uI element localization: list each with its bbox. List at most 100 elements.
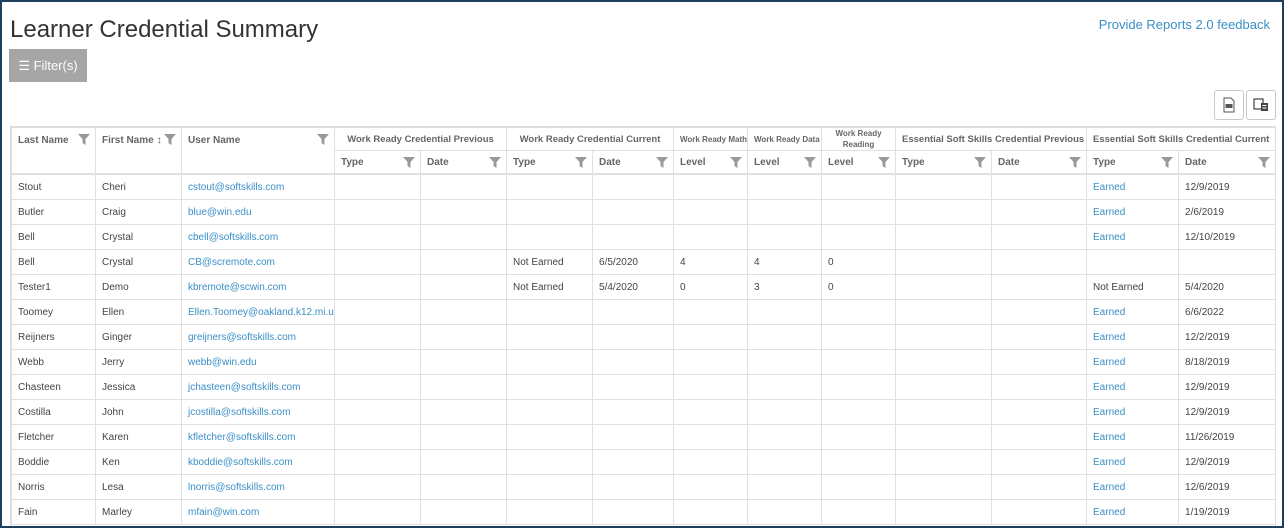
- credential-type-link[interactable]: Earned: [1086, 449, 1180, 475]
- table-cell: 3: [747, 274, 823, 300]
- user-name-link[interactable]: lnorris@softskills.com: [181, 474, 335, 500]
- filter-icon[interactable]: [575, 157, 588, 168]
- table-cell: [334, 173, 421, 200]
- table-row[interactable]: Fain Marley mfain@win.com Earned 1/19/2019: [11, 499, 1275, 525]
- table-row[interactable]: Costilla John jcostilla@softskills.com Earn…: [11, 399, 1275, 425]
- sub-header-type[interactable]: Type: [1086, 150, 1180, 175]
- table-cell: 12/9/2019: [1178, 173, 1275, 200]
- table-cell: Webb: [11, 349, 96, 375]
- credential-type-link[interactable]: Earned: [1086, 349, 1180, 375]
- table-cell: [506, 474, 594, 500]
- user-name-link[interactable]: greijners@softskills.com: [181, 324, 335, 350]
- filter-icon[interactable]: [78, 134, 90, 145]
- credential-type-link[interactable]: Earned: [1086, 199, 1180, 225]
- table-row[interactable]: Tester1 Demo kbremote@scwin.com Not Earned 5…: [11, 274, 1275, 300]
- credential-type-link[interactable]: Earned: [1086, 374, 1180, 400]
- user-name-link[interactable]: kbremote@scwin.com: [181, 274, 335, 300]
- sub-header-type[interactable]: Type: [506, 150, 594, 175]
- filter-icon[interactable]: [878, 157, 891, 168]
- user-name-link[interactable]: Ellen.Toomey@oakland.k12.mi.us: [181, 299, 335, 325]
- filter-icon[interactable]: [489, 157, 502, 168]
- header-user-name[interactable]: User Name: [181, 127, 335, 175]
- user-name-link[interactable]: blue@win.edu: [181, 199, 335, 225]
- credential-type-link[interactable]: Earned: [1086, 224, 1180, 250]
- sub-header-level[interactable]: Level: [747, 150, 823, 175]
- sort-arrows-icon[interactable]: ↕: [157, 135, 162, 146]
- csv-export-button[interactable]: [1214, 90, 1244, 120]
- table-cell: [419, 274, 508, 300]
- filter-icon[interactable]: [1069, 157, 1082, 168]
- table-row[interactable]: Webb Jerry webb@win.edu Earned 8/18/2019: [11, 349, 1275, 375]
- sub-header-date[interactable]: Date: [592, 150, 675, 175]
- table-row[interactable]: Bell Crystal CB@scremote.com Not Earned 6/5/…: [11, 249, 1275, 275]
- table-row[interactable]: Bell Crystal cbell@softskills.com Earned 12/…: [11, 224, 1275, 250]
- user-name-link[interactable]: jchasteen@softskills.com: [181, 374, 335, 400]
- credential-type-link[interactable]: Earned: [1086, 499, 1180, 525]
- table-row[interactable]: Fletcher Karen kfletcher@softskills.com Ear…: [11, 424, 1275, 450]
- table-row[interactable]: Butler Craig blue@win.edu Earned 2/6/2019: [11, 199, 1275, 225]
- sub-header-date[interactable]: Date: [419, 150, 508, 175]
- sub-header-label: Date: [998, 156, 1020, 168]
- filter-icon[interactable]: [974, 157, 987, 168]
- table-cell: Cheri: [95, 173, 182, 200]
- table-row[interactable]: Toomey Ellen Ellen.Toomey@oakland.k12.mi.u…: [11, 299, 1275, 325]
- table-cell: [821, 474, 897, 500]
- filter-icon[interactable]: [317, 134, 329, 145]
- filter-button[interactable]: ☰ Filter(s): [9, 49, 87, 82]
- filter-icon[interactable]: [656, 157, 669, 168]
- sub-header-level[interactable]: Level: [821, 150, 897, 175]
- filter-icon[interactable]: [730, 157, 743, 168]
- table-cell: [506, 324, 594, 350]
- table-cell: 8/18/2019: [1178, 349, 1275, 375]
- credential-type-link[interactable]: Earned: [1086, 299, 1180, 325]
- sub-header-type[interactable]: Type: [334, 150, 421, 175]
- user-name-link[interactable]: mfain@win.com: [181, 499, 335, 525]
- table-cell: [821, 499, 897, 525]
- filter-icon[interactable]: [1161, 157, 1174, 168]
- table-row[interactable]: Reijners Ginger greijners@softskills.com Ea…: [11, 324, 1275, 350]
- table-row[interactable]: Chasteen Jessica jchasteen@softskills.com E…: [11, 374, 1275, 400]
- user-name-link[interactable]: webb@win.edu: [181, 349, 335, 375]
- sub-header-date[interactable]: Date: [991, 150, 1088, 175]
- table-cell: [334, 424, 421, 450]
- sub-header-type[interactable]: Type: [895, 150, 993, 175]
- filter-icon[interactable]: [1258, 157, 1271, 168]
- header-last-name[interactable]: Last Name: [11, 127, 96, 175]
- table-cell: Not Earned: [1086, 274, 1180, 300]
- sub-header-label: Type: [341, 156, 364, 168]
- user-name-link[interactable]: CB@scremote.com: [181, 249, 335, 275]
- table-cell: [673, 224, 749, 250]
- table-row[interactable]: Stout Cheri cstout@softskills.com Earned 12/…: [11, 173, 1275, 200]
- user-name-link[interactable]: cstout@softskills.com: [181, 173, 335, 200]
- table-cell: [821, 349, 897, 375]
- column-chooser-button[interactable]: [1246, 90, 1276, 120]
- credential-type-link[interactable]: Earned: [1086, 474, 1180, 500]
- table-cell: 0: [821, 274, 897, 300]
- table-cell: [895, 474, 993, 500]
- table-row[interactable]: Boddie Ken kboddie@softskills.com Earned 12/…: [11, 449, 1275, 475]
- filter-icon[interactable]: [403, 157, 415, 168]
- table-cell: [506, 199, 594, 225]
- credential-type-link[interactable]: Earned: [1086, 424, 1180, 450]
- filter-icon[interactable]: [164, 134, 176, 145]
- header-first-name[interactable]: First Name ↕: [95, 127, 182, 175]
- user-name-link[interactable]: cbell@softskills.com: [181, 224, 335, 250]
- table-cell: [991, 299, 1088, 325]
- table-cell: [747, 299, 823, 325]
- user-name-link[interactable]: jcostilla@softskills.com: [181, 399, 335, 425]
- credential-type-link[interactable]: Earned: [1086, 399, 1180, 425]
- user-name-link[interactable]: kboddie@softskills.com: [181, 449, 335, 475]
- table-row[interactable]: Norris Lesa lnorris@softskills.com Earned 12…: [11, 474, 1275, 500]
- credential-type-link[interactable]: Earned: [1086, 173, 1180, 200]
- table-cell: [895, 499, 993, 525]
- sub-header-date[interactable]: Date: [1178, 150, 1275, 175]
- feedback-link[interactable]: Provide Reports 2.0 feedback: [1099, 17, 1270, 32]
- credential-type-link[interactable]: Earned: [1086, 324, 1180, 350]
- filter-icon[interactable]: [804, 157, 817, 168]
- credential-table-container[interactable]: Last Name First Name ↕ User Name Work Rea…: [10, 126, 1276, 526]
- group-header: Work Ready Data: [747, 127, 823, 151]
- table-cell: 12/9/2019: [1178, 374, 1275, 400]
- sub-header-level[interactable]: Level: [673, 150, 749, 175]
- user-name-link[interactable]: kfletcher@softskills.com: [181, 424, 335, 450]
- table-cell: 5/4/2020: [592, 274, 675, 300]
